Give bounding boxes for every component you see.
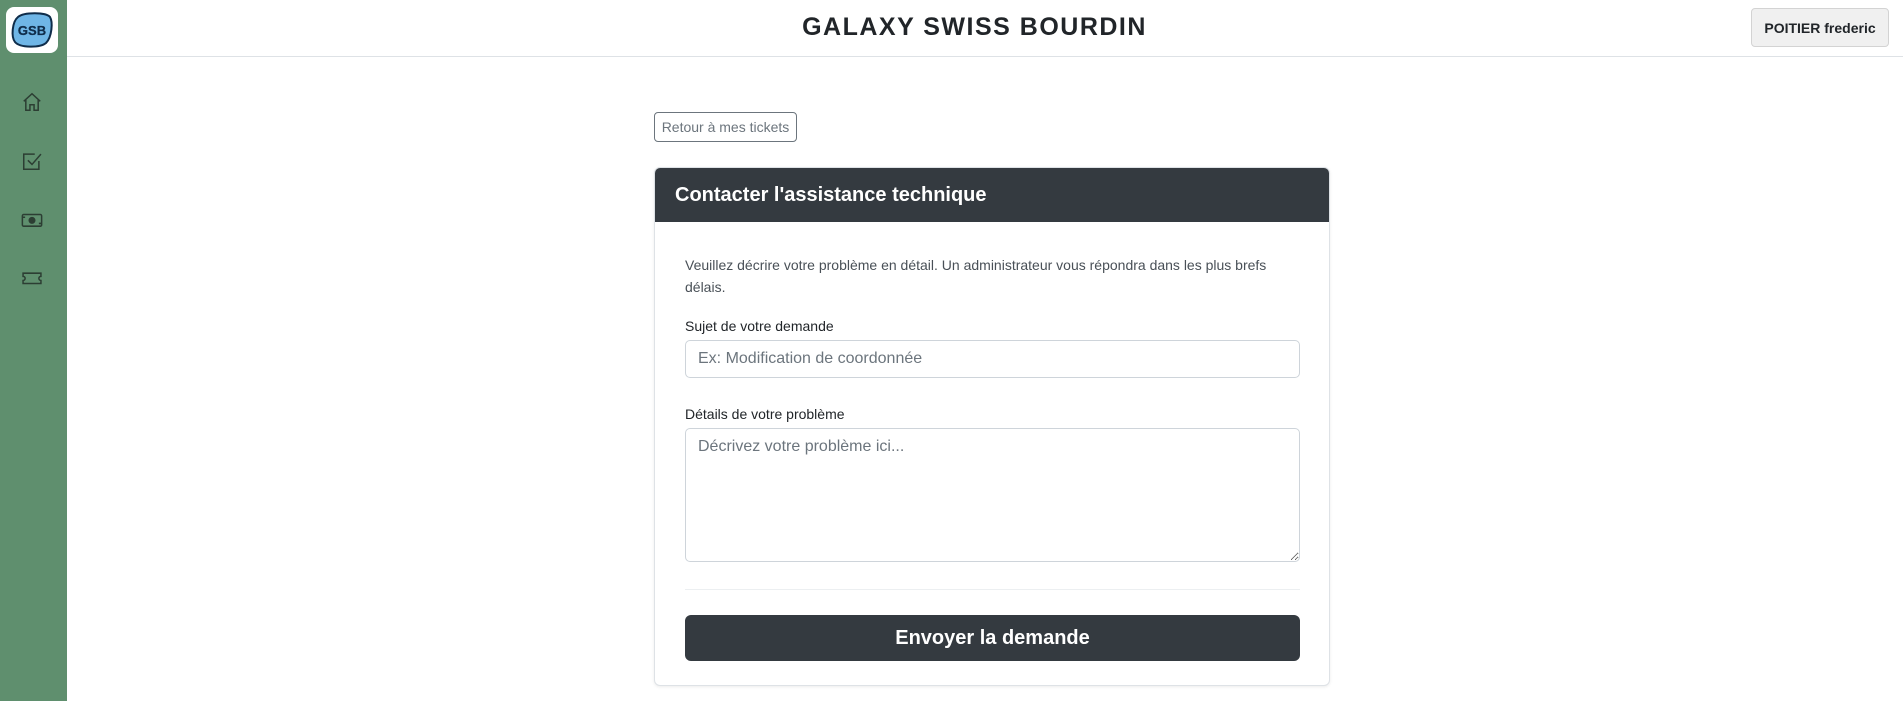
- sidebar-item-tickets[interactable]: [19, 265, 45, 291]
- home-icon: [23, 92, 41, 112]
- checkbox-icon: [22, 153, 42, 171]
- subject-label: Sujet de votre demande: [685, 318, 834, 334]
- sidebar-item-home[interactable]: [19, 89, 45, 115]
- support-form-card: Contacter l'assistance technique Veuille…: [654, 167, 1330, 686]
- sidebar-item-expenses[interactable]: [19, 207, 45, 233]
- cash-icon: [21, 213, 43, 227]
- app-logo[interactable]: GSB: [6, 7, 58, 53]
- submit-request-button[interactable]: Envoyer la demande: [685, 615, 1300, 661]
- top-bar: GALAXY SWISS BOURDIN POITIER frederic: [67, 0, 1903, 57]
- card-body: Veuillez décrire votre problème en détai…: [655, 254, 1329, 661]
- sidebar: GSB: [0, 0, 67, 701]
- sidebar-item-tasks[interactable]: [19, 148, 45, 174]
- ticket-icon: [22, 272, 42, 285]
- brand-title: GALAXY SWISS BOURDIN: [802, 13, 1147, 41]
- back-to-tickets-button[interactable]: Retour à mes tickets: [654, 112, 797, 142]
- logo-text: GSB: [18, 23, 46, 38]
- form-divider: [685, 589, 1300, 590]
- details-textarea[interactable]: [685, 428, 1300, 562]
- details-label: Détails de votre problème: [685, 406, 845, 422]
- form-intro-text: Veuillez décrire votre problème en détai…: [685, 257, 1267, 295]
- gsb-logo-icon: GSB: [11, 12, 53, 48]
- subject-input[interactable]: [685, 340, 1300, 378]
- card-title: Contacter l'assistance technique: [655, 168, 1329, 222]
- user-menu-button[interactable]: POITIER frederic: [1751, 8, 1889, 47]
